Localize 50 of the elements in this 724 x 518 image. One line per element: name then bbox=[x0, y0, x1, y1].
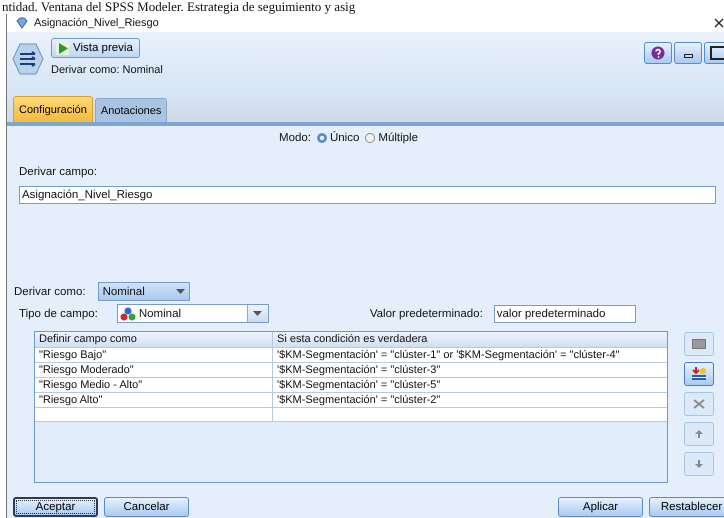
table-cell-text: '$KM-Segmentación' = "clúster-1" or '$KM-Segmentación' = "clúster-4" bbox=[276, 348, 621, 362]
field-label: Derivar como: bbox=[14, 286, 86, 298]
column-header: Definir campo como bbox=[35, 332, 273, 347]
table-cell-text: '$KM-Segmentación' = "clúster-2" bbox=[276, 393, 442, 407]
tab[interactable]: Anotaciones bbox=[94, 98, 168, 122]
field-label: Valor predeterminado: bbox=[370, 308, 483, 320]
input-field[interactable]: Asignación_Nivel_Riesgo bbox=[19, 186, 716, 204]
minimize-icon bbox=[684, 54, 692, 58]
input-field[interactable]: valor predeterminado bbox=[494, 304, 636, 322]
dialog-button[interactable]: Aplicar bbox=[558, 497, 643, 517]
maximize-button[interactable] bbox=[704, 42, 724, 64]
table-cell-text: '$KM-Segmentación' = "clúster-3" bbox=[276, 363, 442, 377]
dropdown[interactable]: Nominal bbox=[116, 304, 269, 323]
caret-icon bbox=[253, 311, 262, 316]
radio-option[interactable]: Múltiple bbox=[365, 132, 418, 144]
play-icon bbox=[56, 42, 69, 54]
mode-label: Modo: bbox=[278, 132, 311, 144]
maximize-icon bbox=[710, 46, 724, 60]
preview-button[interactable]: Vista previa bbox=[51, 38, 140, 58]
table-cell: "Riesgo Alto" bbox=[35, 393, 273, 407]
delete-icon bbox=[693, 399, 705, 409]
field-label: Tipo de campo: bbox=[19, 308, 98, 320]
field-label: Derivar campo: bbox=[19, 166, 98, 178]
table-cell: "Riesgo Moderado" bbox=[35, 363, 273, 377]
gem-icon bbox=[15, 16, 29, 30]
caption-text: ntidad. Ventana del SPSS Modeler. Estrategia de seguimiento y asig bbox=[1, 0, 356, 14]
caret-icon bbox=[176, 289, 185, 294]
radio-option[interactable]: Único bbox=[316, 132, 360, 144]
table-cell: "Riesgo Medio - Alto" bbox=[35, 378, 273, 392]
minimize-button[interactable] bbox=[674, 42, 702, 64]
dialog-button[interactable]: Restablecer bbox=[649, 497, 724, 517]
help-icon bbox=[651, 46, 665, 60]
dialog-button[interactable]: Aceptar bbox=[13, 497, 98, 517]
rectangle-icon bbox=[692, 339, 706, 349]
toolbar-subtitle: Derivar como: Nominal bbox=[51, 64, 163, 76]
circles-icon bbox=[120, 306, 136, 320]
close-icon[interactable] bbox=[714, 18, 724, 28]
insert-row-icon bbox=[691, 367, 707, 381]
tab[interactable]: Configuración bbox=[13, 96, 93, 122]
help-button[interactable] bbox=[644, 42, 672, 64]
dialog-button[interactable]: Cancelar bbox=[104, 497, 189, 517]
column-header: Si esta condición es verdadera bbox=[276, 332, 428, 347]
table-cell-text: '$KM-Segmentación' = "clúster-5" bbox=[276, 378, 442, 392]
add-button[interactable] bbox=[684, 362, 714, 386]
window-title: Asignación_Nivel_Riesgo bbox=[34, 17, 159, 29]
up-arrow-icon bbox=[694, 429, 704, 439]
node-icon bbox=[11, 42, 45, 76]
down-arrow-icon bbox=[694, 459, 704, 469]
dropdown[interactable]: Nominal bbox=[98, 282, 190, 301]
table-cell: "Riesgo Bajo" bbox=[35, 348, 273, 362]
